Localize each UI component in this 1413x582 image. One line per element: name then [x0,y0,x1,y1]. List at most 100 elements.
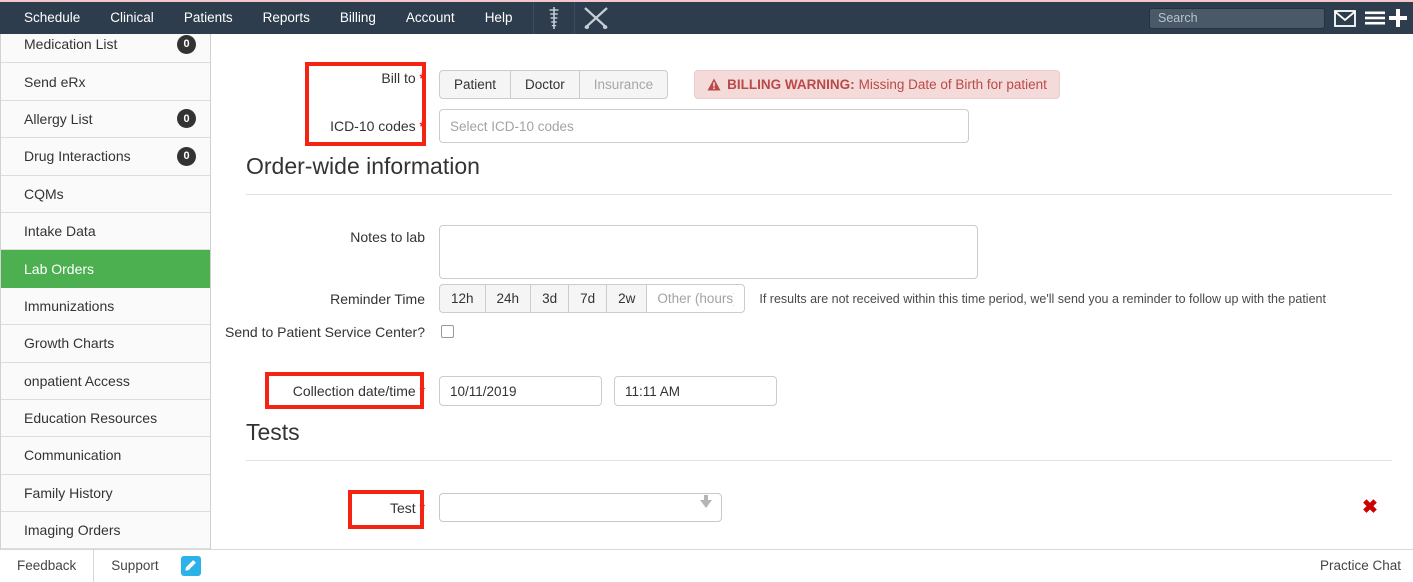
notes-to-lab-textarea[interactable] [439,225,978,279]
reminder-option-12h[interactable]: 12h [439,284,485,313]
sidebar-item-growth-charts[interactable]: Growth Charts [1,325,210,362]
icd10-label-text: ICD-10 codes [330,118,416,134]
sidebar-item-label: Lab Orders [24,261,196,277]
tests-section-title: Tests [246,419,300,446]
sidebar-item-imaging-orders[interactable]: Imaging Orders [1,512,210,549]
sidebar-item-label: Family History [24,485,196,501]
search-input[interactable] [1149,8,1325,29]
bill-to-label: Bill to * [212,70,425,86]
nav-item-schedule[interactable]: Schedule [9,2,95,34]
patient-service-center-label: Send to Patient Service Center? [212,322,425,342]
nav-right-cluster [1149,2,1407,34]
test-select[interactable] [439,493,722,522]
reminder-option-3d[interactable]: 3d [530,284,568,313]
billing-warning-message: Missing Date of Birth for patient [859,77,1047,92]
chevron-down-icon [700,500,712,508]
test-label-text: Test [390,500,416,516]
pencil-icon[interactable] [181,556,201,576]
test-label: Test * [212,500,425,516]
status-badge: 0 [177,35,196,54]
footer-bar: Feedback Support Practice Chat [0,549,1413,581]
required-marker: * [420,118,425,134]
nav-item-billing[interactable]: Billing [325,2,391,34]
patient-service-center-checkbox[interactable] [441,325,454,338]
hamburger-menu-icon[interactable] [1365,10,1385,26]
nav-item-help[interactable]: Help [470,2,528,34]
reminder-other-hours-input[interactable] [646,284,745,313]
feedback-link[interactable]: Feedback [0,550,93,582]
billing-warning-prefix: BILLING WARNING: [727,77,855,92]
order-wide-information-title: Order-wide information [246,153,480,180]
reminder-time-button-group: 12h 24h 3d 7d 2w [439,284,745,313]
sidebar-item-allergy-list[interactable]: Allergy List 0 [1,101,210,138]
reminder-time-hint: If results are not received within this … [759,292,1326,306]
main-content: Bill to * Patient Doctor Insurance BILLI… [212,34,1413,549]
required-marker: * [420,70,425,86]
bill-to-option-doctor[interactable]: Doctor [510,70,579,99]
sidebar-navigation: Medication List 0 Send eRx Allergy List … [0,34,211,549]
envelope-icon[interactable] [1334,10,1356,27]
practice-chat-link[interactable]: Practice Chat [1320,558,1401,573]
collection-date-input[interactable] [439,376,602,406]
nav-item-clinical[interactable]: Clinical [95,2,169,34]
sidebar-item-label: Immunizations [24,298,196,314]
order-wide-section-divider [246,194,1392,195]
tests-section-divider [246,460,1392,461]
test-row: Test * ✖ [212,493,1402,522]
bill-to-label-text: Bill to [381,70,415,86]
caduceus-icon[interactable] [533,2,575,34]
sidebar-item-label: Drug Interactions [24,148,177,164]
reminder-time-label: Reminder Time [212,291,425,307]
sidebar-item-lab-orders[interactable]: Lab Orders [1,250,210,287]
bill-to-option-patient[interactable]: Patient [439,70,510,99]
status-badge: 0 [177,109,196,128]
status-badge: 0 [177,147,196,166]
plus-icon[interactable] [1389,9,1407,27]
icd10-input[interactable] [439,109,969,143]
remove-test-button[interactable]: ✖ [1362,496,1378,519]
sidebar-item-label: CQMs [24,186,196,202]
reminder-option-7d[interactable]: 7d [568,284,606,313]
collection-time-input[interactable] [614,376,777,406]
billing-warning-banner: BILLING WARNING: Missing Date of Birth f… [694,70,1060,99]
sidebar-item-label: Medication List [24,36,177,52]
reminder-option-24h[interactable]: 24h [485,284,531,313]
nav-item-patients[interactable]: Patients [169,2,248,34]
sidebar-item-drug-interactions[interactable]: Drug Interactions 0 [1,138,210,175]
collection-datetime-row: Collection date/time * [212,376,1402,406]
sidebar-item-medication-list[interactable]: Medication List 0 [1,34,210,63]
patient-service-center-row: Send to Patient Service Center? [212,322,1402,342]
notes-to-lab-label: Notes to lab [212,225,425,249]
bill-to-row: Bill to * Patient Doctor Insurance BILLI… [212,70,1402,99]
sidebar-item-cqms[interactable]: CQMs [1,176,210,213]
reminder-option-2w[interactable]: 2w [606,284,646,313]
reminder-time-row: Reminder Time 12h 24h 3d 7d 2w If result… [212,284,1402,313]
bill-to-option-insurance[interactable]: Insurance [579,70,668,99]
sidebar-item-label: Intake Data [24,223,196,239]
icd10-label: ICD-10 codes * [212,109,425,143]
sidebar-item-family-history[interactable]: Family History [1,475,210,512]
sidebar-item-intake-data[interactable]: Intake Data [1,213,210,250]
sidebar-item-label: Communication [24,447,196,463]
sidebar-item-send-erx[interactable]: Send eRx [1,63,210,100]
sidebar-item-onpatient-access[interactable]: onpatient Access [1,363,210,400]
sidebar-item-label: onpatient Access [24,373,196,389]
sidebar-item-label: Education Resources [24,410,196,426]
bill-to-button-group: Patient Doctor Insurance [439,70,668,99]
crossed-scalpels-icon[interactable] [575,2,617,34]
support-link[interactable]: Support [94,550,175,582]
nav-item-account[interactable]: Account [391,2,470,34]
sidebar-item-immunizations[interactable]: Immunizations [1,288,210,325]
nav-item-reports[interactable]: Reports [248,2,325,34]
required-marker: * [420,383,425,399]
sidebar-item-communication[interactable]: Communication [1,437,210,474]
top-navigation-bar: Schedule Clinical Patients Reports Billi… [0,0,1413,34]
sidebar-item-label: Send eRx [24,74,196,90]
warning-triangle-icon [707,78,721,91]
sidebar-item-education-resources[interactable]: Education Resources [1,400,210,437]
notes-to-lab-row: Notes to lab [212,225,1402,279]
test-select-box[interactable] [439,493,722,522]
sidebar-item-label: Allergy List [24,111,177,127]
icd10-row: ICD-10 codes * [212,109,1402,143]
sidebar-item-label: Imaging Orders [24,522,196,538]
